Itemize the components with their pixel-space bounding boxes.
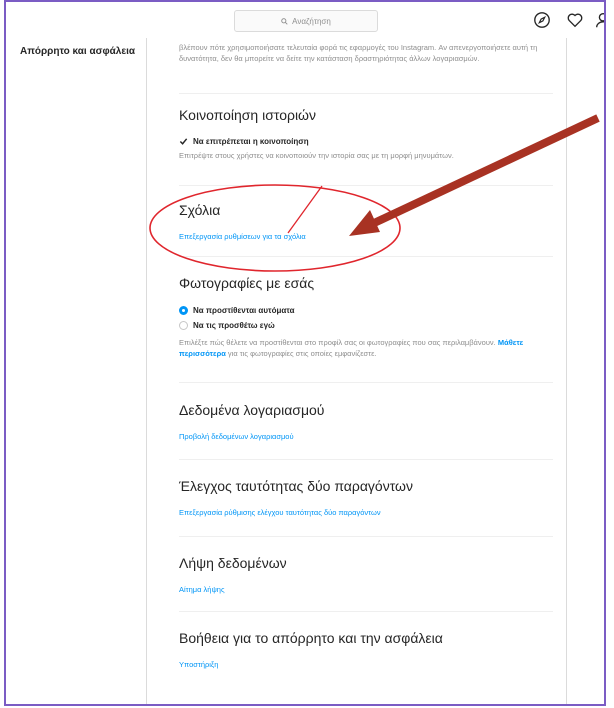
add-automatically-radio[interactable]: Να προστίθενται αυτόματα	[179, 304, 553, 316]
view-account-data-link[interactable]: Προβολή δεδομένων λογαριασμού	[179, 432, 553, 441]
request-download-link[interactable]: Αίτημα λήψης	[179, 585, 553, 594]
divider	[179, 536, 553, 537]
data-download-title: Λήψη δεδομένων	[179, 555, 287, 571]
radio-selected-icon	[179, 305, 188, 315]
data-download-section: Λήψη δεδομένων Αίτημα λήψης	[179, 555, 553, 594]
search-icon	[281, 17, 288, 25]
divider	[179, 459, 553, 460]
story-sharing-section: Κοινοποίηση ιστοριών Να επιτρέπεται η κο…	[179, 107, 553, 161]
allow-sharing-checkbox[interactable]: Να επιτρέπεται η κοινοποίηση	[179, 135, 553, 147]
activity-status-text: βλέπουν πότε χρησιμοποιήσατε τελευταία φ…	[179, 43, 538, 63]
add-automatically-label: Να προστίθενται αυτόματα	[193, 305, 295, 315]
edit-comment-settings-link[interactable]: Επεξεργασία ρυθμίσεων για τα σχόλια	[179, 232, 553, 241]
photos-of-you-help: Επιλέξτε πώς θέλετε να προστίθενται στο …	[179, 337, 553, 359]
comments-title: Σχόλια	[179, 202, 221, 218]
divider	[179, 185, 553, 186]
photos-help-text: Επιλέξτε πώς θέλετε να προστίθενται στο …	[179, 338, 496, 347]
two-factor-section: Έλεγχος ταυτότητας δύο παραγόντων Επεξερ…	[179, 478, 553, 517]
divider	[179, 382, 553, 383]
add-manually-label: Να τις προσθέτω εγώ	[193, 320, 275, 330]
story-sharing-title: Κοινοποίηση ιστοριών	[179, 107, 316, 123]
compass-icon[interactable]	[533, 11, 551, 29]
search-box[interactable]: Αναζήτηση	[234, 10, 378, 32]
settings-content: βλέπουν πότε χρησιμοποιήσατε τελευταία φ…	[147, 38, 566, 704]
settings-sidebar: Απόρρητο και ασφάλεια	[6, 38, 147, 704]
photos-of-you-section: Φωτογραφίες με εσάς Να προστίθενται αυτό…	[179, 275, 553, 359]
account-data-section: Δεδομένα λογαριασμού Προβολή δεδομένων λ…	[179, 402, 553, 441]
support-link[interactable]: Υποστήριξη	[179, 660, 553, 669]
edit-two-factor-link[interactable]: Επεξεργασία ρύθμισης ελέγχου ταυτότητας …	[179, 508, 553, 517]
top-bar: Αναζήτηση	[6, 2, 604, 39]
right-panel	[566, 38, 604, 704]
privacy-help-section: Βοήθεια για το απόρρητο και την ασφάλεια…	[179, 630, 553, 669]
photos-help-text-end: για τις φωτογραφίες στις οποίες εμφανίζε…	[227, 349, 377, 358]
divider	[179, 611, 553, 612]
account-data-title: Δεδομένα λογαριασμού	[179, 402, 325, 418]
radio-unselected-icon	[179, 320, 188, 330]
photos-of-you-title: Φωτογραφίες με εσάς	[179, 275, 315, 291]
profile-icon[interactable]	[594, 11, 606, 29]
heart-icon[interactable]	[566, 11, 584, 29]
story-sharing-help: Επιτρέψτε στους χρήστες να κοινοποιούν τ…	[179, 151, 454, 160]
two-factor-title: Έλεγχος ταυτότητας δύο παραγόντων	[179, 478, 413, 494]
app-window: Αναζήτηση Απόρρητο και ασφάλεια βλέπουν …	[4, 0, 606, 706]
sidebar-item-privacy-security[interactable]: Απόρρητο και ασφάλεια	[20, 46, 135, 57]
add-manually-radio[interactable]: Να τις προσθέτω εγώ	[179, 319, 553, 331]
allow-sharing-label: Να επιτρέπεται η κοινοποίηση	[193, 136, 309, 146]
comments-section: Σχόλια Επεξεργασία ρυθμίσεων για τα σχόλ…	[179, 202, 553, 241]
search-placeholder: Αναζήτηση	[292, 16, 331, 26]
divider	[179, 256, 553, 257]
checkmark-icon	[179, 137, 188, 145]
divider	[179, 93, 553, 94]
privacy-help-title: Βοήθεια για το απόρρητο και την ασφάλεια	[179, 630, 443, 646]
